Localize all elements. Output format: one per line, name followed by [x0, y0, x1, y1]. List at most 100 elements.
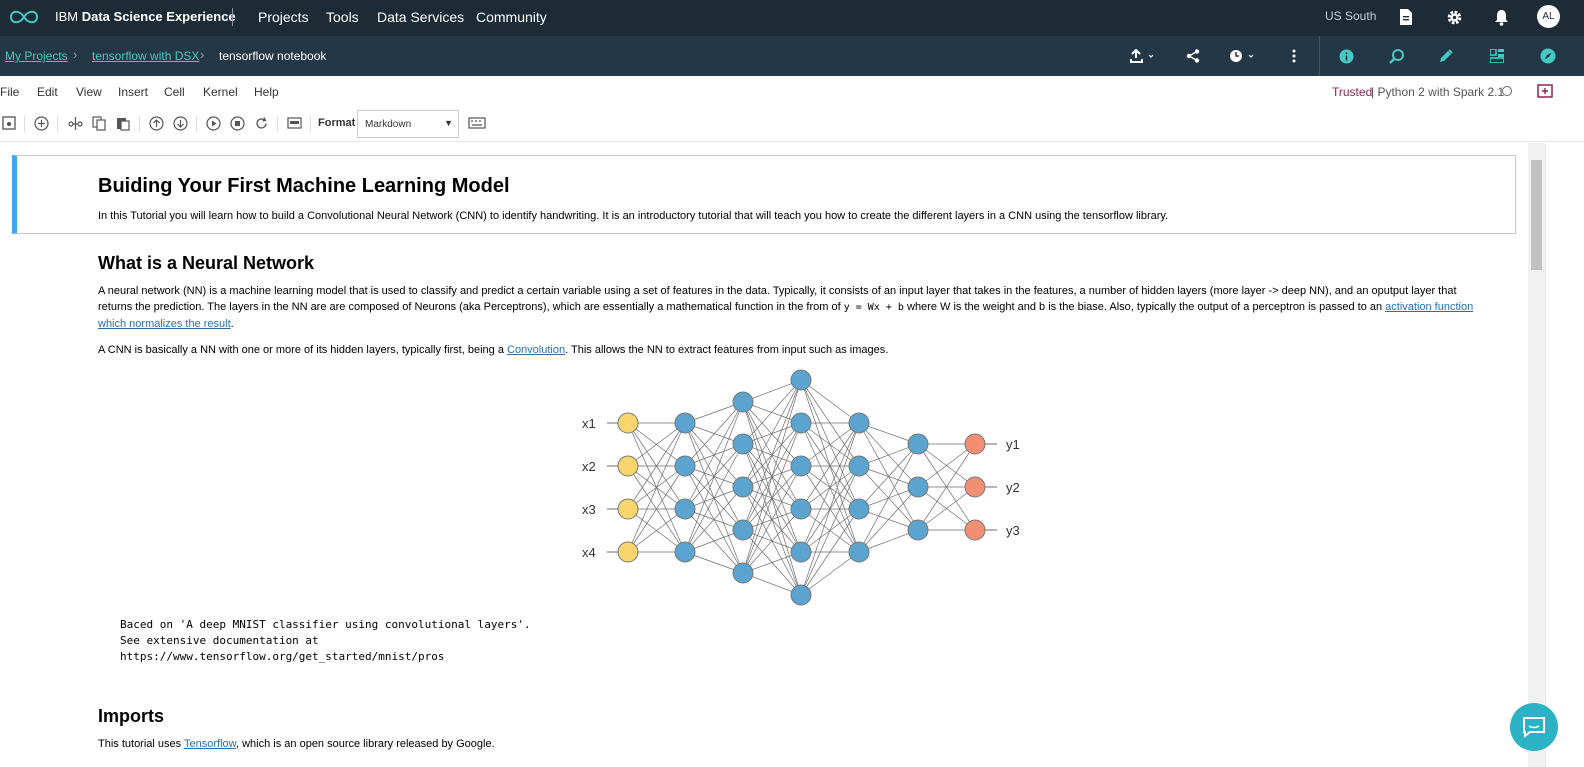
trusted-indicator[interactable]: Trusted — [1332, 85, 1372, 99]
nn-node — [617, 541, 639, 563]
scrollbar-thumb[interactable] — [1531, 160, 1542, 270]
menu-view[interactable]: View — [76, 85, 102, 99]
toolbar-separator — [310, 116, 311, 132]
nn-connection — [684, 486, 744, 553]
region-selector[interactable]: US South — [1325, 9, 1376, 23]
imports-heading: Imports — [98, 706, 165, 726]
info-icon[interactable] — [1336, 45, 1356, 67]
top-navbar: IBM Data Science Experience Projects Too… — [0, 0, 1584, 36]
nn-node — [907, 476, 929, 498]
chevron-right-icon: › — [200, 47, 205, 62]
toolbar-separator — [139, 116, 140, 132]
nn-node — [907, 433, 929, 455]
nav-community[interactable]: Community — [476, 9, 547, 25]
move-up-icon[interactable] — [147, 114, 165, 132]
nav-data-services[interactable]: Data Services — [377, 9, 464, 25]
nn-node — [674, 498, 696, 520]
menu-file[interactable]: File — [0, 85, 19, 99]
cnn-paragraph: A CNN is basically a NN with one or more… — [98, 344, 889, 356]
share-icon[interactable] — [1183, 45, 1203, 67]
nn-node — [907, 519, 929, 541]
upload-icon[interactable] — [1128, 45, 1158, 67]
ibm-dsx-logo-icon[interactable] — [6, 7, 42, 27]
nn-node — [790, 584, 812, 606]
input-label: x4 — [582, 545, 596, 560]
more-vertical-icon[interactable] — [1286, 45, 1302, 67]
document-icon[interactable] — [1395, 6, 1417, 28]
copy-icon[interactable] — [90, 114, 108, 132]
move-down-icon[interactable] — [171, 114, 189, 132]
nn-node — [790, 369, 812, 391]
format-label: Format — [318, 117, 356, 129]
notebook-title: Buiding Your First Machine Learning Mode… — [98, 175, 510, 197]
avatar[interactable]: AL — [1537, 5, 1560, 28]
keyboard-icon[interactable] — [467, 114, 487, 132]
gear-icon[interactable] — [1443, 6, 1465, 28]
palette-icon[interactable] — [1436, 45, 1456, 67]
project-bar: My Projects › tensorflow with DSX › tens… — [0, 36, 1584, 76]
input-label: x2 — [582, 459, 596, 474]
chat-button[interactable] — [1510, 703, 1558, 751]
menu-edit[interactable]: Edit — [37, 85, 58, 99]
restart-icon[interactable] — [252, 114, 270, 132]
cut-icon[interactable] — [66, 114, 84, 132]
nn-node — [790, 541, 812, 563]
nn-node — [848, 541, 870, 563]
paste-icon[interactable] — [114, 114, 132, 132]
schedule-icon[interactable] — [1228, 45, 1258, 67]
input-label: x1 — [582, 416, 596, 431]
nn-node — [732, 433, 754, 455]
grid-icon[interactable] — [1487, 45, 1507, 67]
nn-node — [790, 455, 812, 477]
nn-node — [790, 498, 812, 520]
nn-node — [964, 519, 986, 541]
nn-node — [617, 412, 639, 434]
source-note: Baced on 'A deep MNIST classifier using … — [120, 618, 531, 663]
brand-name[interactable]: IBM Data Science Experience — [55, 9, 236, 24]
caret-down-icon: ▼ — [444, 118, 453, 128]
stop-icon[interactable] — [228, 114, 246, 132]
nn-node — [617, 455, 639, 477]
nn-connection — [858, 443, 919, 510]
nn-connection — [684, 401, 744, 467]
imports-paragraph: This tutorial uses Tensorflow, which is … — [98, 738, 495, 750]
nn-connection — [742, 379, 802, 574]
cell-type-value: Markdown — [365, 119, 412, 130]
insert-cell-icon[interactable] — [32, 114, 50, 132]
menu-kernel[interactable]: Kernel — [203, 85, 238, 99]
nn-node — [674, 541, 696, 563]
intro-paragraph: In this Tutorial you will learn how to b… — [98, 210, 1169, 222]
notebook-container: Buiding Your First Machine Learning Mode… — [0, 143, 1528, 767]
nav-tools[interactable]: Tools — [326, 9, 359, 25]
breadcrumb-notebook: tensorflow notebook — [219, 49, 327, 63]
kernel-name[interactable]: | Python 2 with Spark 2.1 — [1371, 85, 1504, 99]
toolbar-separator — [24, 116, 25, 132]
breadcrumb-project[interactable]: tensorflow with DSX — [92, 49, 199, 63]
convolution-link[interactable]: Convolution — [507, 344, 565, 356]
bell-icon[interactable] — [1490, 6, 1512, 28]
toolbar-divider — [1319, 36, 1320, 76]
presentation-icon[interactable] — [1537, 84, 1555, 103]
menu-help[interactable]: Help — [254, 85, 279, 99]
nn-node — [732, 476, 754, 498]
breadcrumb-my-projects[interactable]: My Projects — [5, 49, 68, 63]
toolbar-separator — [196, 116, 197, 132]
nav-projects[interactable]: Projects — [258, 9, 309, 25]
nn-node — [732, 391, 754, 413]
nn-node — [964, 476, 986, 498]
cell-toolbar-icon[interactable] — [285, 114, 303, 132]
tensorflow-link[interactable]: Tensorflow — [184, 738, 236, 750]
nn-node — [964, 433, 986, 455]
menu-insert[interactable]: Insert — [118, 85, 148, 99]
save-icon[interactable] — [0, 114, 18, 132]
compass-icon[interactable] — [1538, 45, 1558, 67]
menu-cell[interactable]: Cell — [164, 85, 185, 99]
cell-type-select[interactable]: Markdown ▼ — [357, 110, 459, 138]
output-label: y1 — [1006, 437, 1020, 452]
find-data-icon[interactable] — [1387, 45, 1407, 67]
notebook-menubar: File Edit View Insert Cell Kernel Help T… — [0, 76, 1584, 106]
nn-connection — [858, 443, 919, 553]
nn-node — [848, 412, 870, 434]
toolbar-separator — [57, 116, 58, 132]
run-icon[interactable] — [204, 114, 222, 132]
